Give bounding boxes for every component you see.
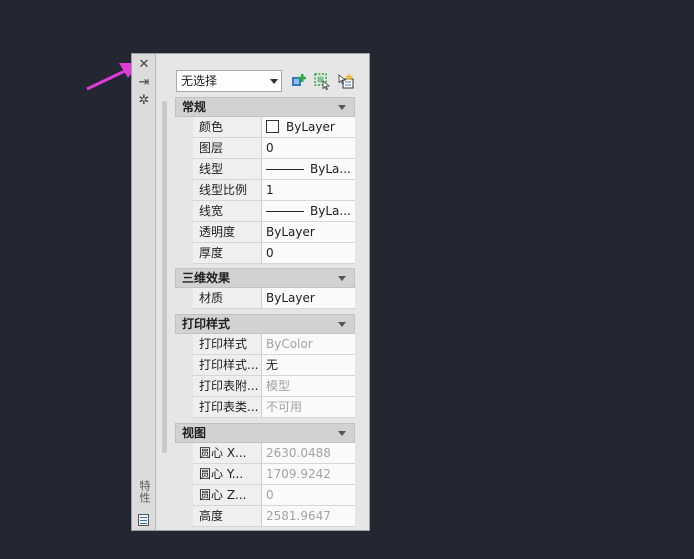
- close-icon[interactable]: ✕: [137, 58, 151, 72]
- toggle-pickadd-icon[interactable]: [290, 72, 308, 90]
- property-row-center-z[interactable]: 圆心 Z... 0: [175, 485, 355, 506]
- property-value: 1709.9242: [262, 464, 355, 485]
- property-value[interactable]: ByLayer: [262, 117, 355, 138]
- collapse-icon[interactable]: [338, 322, 346, 327]
- section-3d-effects: 三维效果 材质 ByLayer: [175, 268, 355, 309]
- section-title: 常规: [182, 100, 207, 114]
- property-name: 打印样式...: [193, 355, 262, 376]
- property-value[interactable]: 0: [262, 243, 355, 264]
- section-title: 打印样式: [182, 317, 231, 331]
- property-name: 圆心 Z...: [193, 485, 262, 506]
- section-plot-style: 打印样式 打印样式 ByColor 打印样式... 无 打印表附... 模型 打…: [175, 314, 355, 418]
- property-name: 打印样式: [193, 334, 262, 355]
- section-3d-header[interactable]: 三维效果: [175, 268, 355, 288]
- property-name: 厚度: [193, 243, 262, 264]
- property-value: 不可用: [262, 397, 355, 418]
- property-row-plot-table-type[interactable]: 打印表类... 不可用: [175, 397, 355, 418]
- linetype-sample-icon: [266, 169, 304, 170]
- property-name: 线宽: [193, 201, 262, 222]
- property-row-plot-style[interactable]: 打印样式 ByColor: [175, 334, 355, 355]
- section-view: 视图 圆心 X... 2630.0488 圆心 Y... 1709.9242 圆…: [175, 423, 355, 527]
- property-value: 模型: [262, 376, 355, 397]
- quick-select-icon[interactable]: [337, 72, 355, 90]
- property-name: 打印表附...: [193, 376, 262, 397]
- property-value[interactable]: 0: [262, 138, 355, 159]
- collapse-icon[interactable]: [338, 431, 346, 436]
- section-general: 常规 颜色 ByLayer 图层 0 线型 ByLa... 线型比例 1 线宽 …: [175, 97, 355, 264]
- palette-content: 无选择 常规 颜色 ByLayer 图层 0 线型 ByLa... 线型比例 1…: [156, 54, 369, 530]
- property-value: 0: [262, 485, 355, 506]
- chevron-down-icon: [270, 79, 278, 84]
- property-name: 圆心 X...: [193, 443, 262, 464]
- property-value[interactable]: ByLa...: [262, 201, 355, 222]
- property-name: 线型: [193, 159, 262, 180]
- collapse-icon[interactable]: [338, 105, 346, 110]
- property-name: 透明度: [193, 222, 262, 243]
- select-objects-icon[interactable]: [313, 72, 331, 90]
- property-name: 材质: [193, 288, 262, 309]
- settings-icon[interactable]: ✲: [137, 94, 151, 108]
- property-value[interactable]: ByLayer: [262, 222, 355, 243]
- vertical-scrollbar[interactable]: [162, 101, 167, 453]
- property-row-thickness[interactable]: 厚度 0: [175, 243, 355, 264]
- property-row-center-x[interactable]: 圆心 X... 2630.0488: [175, 443, 355, 464]
- property-row-height[interactable]: 高度 2581.9647: [175, 506, 355, 527]
- color-swatch-icon: [266, 120, 279, 133]
- section-view-header[interactable]: 视图: [175, 423, 355, 443]
- property-name: 线型比例: [193, 180, 262, 201]
- section-title: 三维效果: [182, 271, 231, 285]
- property-value[interactable]: 无: [262, 355, 355, 376]
- property-row-linetype-scale[interactable]: 线型比例 1: [175, 180, 355, 201]
- property-row-plot-table-attached[interactable]: 打印表附... 模型: [175, 376, 355, 397]
- property-value[interactable]: ByLa...: [262, 159, 355, 180]
- properties-toolbar: 无选择: [176, 70, 366, 92]
- property-row-center-y[interactable]: 圆心 Y... 1709.9242: [175, 464, 355, 485]
- autohide-icon[interactable]: ⇥: [137, 76, 151, 90]
- selection-dropdown-value: 无选择: [181, 74, 218, 88]
- property-row-material[interactable]: 材质 ByLayer: [175, 288, 355, 309]
- property-row-lineweight[interactable]: 线宽 ByLa...: [175, 201, 355, 222]
- property-row-transparency[interactable]: 透明度 ByLayer: [175, 222, 355, 243]
- property-name: 圆心 Y...: [193, 464, 262, 485]
- palette-title-strip[interactable]: ✕ ⇥ ✲ 特性: [132, 54, 156, 530]
- property-value: 2581.9647: [262, 506, 355, 527]
- lineweight-sample-icon: [266, 211, 304, 212]
- property-value[interactable]: ByLayer: [262, 288, 355, 309]
- collapse-icon[interactable]: [338, 276, 346, 281]
- property-value: 2630.0488: [262, 443, 355, 464]
- property-name: 图层: [193, 138, 262, 159]
- section-title: 视图: [182, 426, 207, 440]
- properties-palette: ✕ ⇥ ✲ 特性 无选择 常规 颜色 ByLayer 图层 0 线型 ByLa.…: [131, 53, 370, 531]
- palette-title: 特性: [138, 480, 151, 504]
- property-row-color[interactable]: 颜色 ByLayer: [175, 117, 355, 138]
- section-plot-header[interactable]: 打印样式: [175, 314, 355, 334]
- property-row-layer[interactable]: 图层 0: [175, 138, 355, 159]
- selection-dropdown[interactable]: 无选择: [176, 70, 282, 92]
- property-value[interactable]: 1: [262, 180, 355, 201]
- property-name: 高度: [193, 506, 262, 527]
- property-name: 颜色: [193, 117, 262, 138]
- property-name: 打印表类...: [193, 397, 262, 418]
- property-row-plot-style-table[interactable]: 打印样式... 无: [175, 355, 355, 376]
- property-value: ByColor: [262, 334, 355, 355]
- property-row-linetype[interactable]: 线型 ByLa...: [175, 159, 355, 180]
- palette-list-icon[interactable]: [138, 514, 149, 526]
- section-general-header[interactable]: 常规: [175, 97, 355, 117]
